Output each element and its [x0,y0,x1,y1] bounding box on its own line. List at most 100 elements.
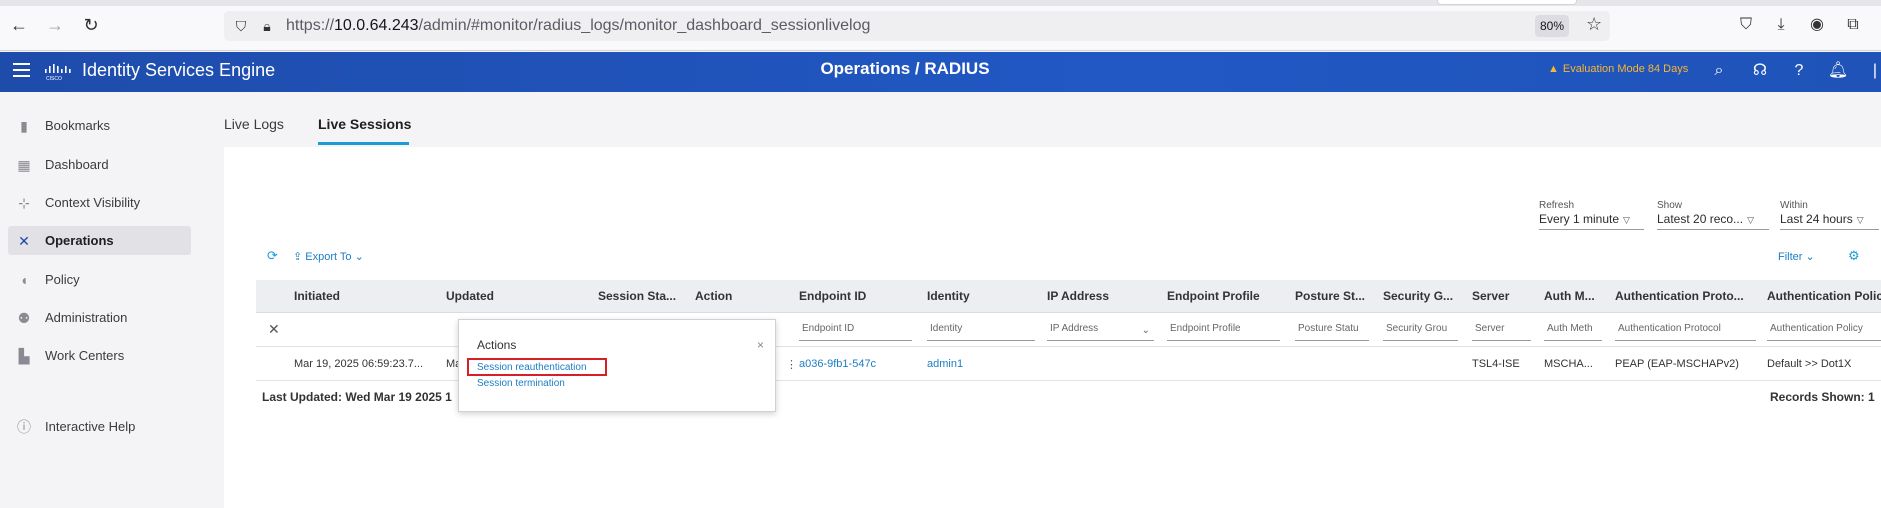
sidebar-item-interactive-help[interactable]: ⓘ Interactive Help [8,412,191,441]
zoom-level[interactable]: 80% [1535,15,1569,37]
chevron-down-icon: ▽ [1623,215,1630,225]
sidebar-item-bookmarks[interactable]: ▮ Bookmarks [8,111,191,140]
column-header-posture-status[interactable]: Posture St... [1295,289,1365,303]
cell-endpoint-id[interactable]: a036-9fb1-547c [799,358,876,370]
cell-auth-method: MSCHA... [1544,358,1593,370]
admin-user-icon: ⚉ [17,310,31,326]
chevron-down-icon: ▽ [1747,215,1754,225]
sidebar-item-work-centers[interactable]: ▙ Work Centers [8,341,191,370]
within-select[interactable]: Last 24 hours ▽ [1780,212,1879,230]
ip-address-filter[interactable]: IP Address ⌄ [1047,323,1154,341]
column-header-ip-address[interactable]: IP Address [1047,289,1109,303]
posture-status-filter[interactable]: Posture Statu [1295,323,1369,341]
auth-method-filter[interactable]: Auth Meth [1544,323,1602,341]
show-select[interactable]: Latest 20 reco... ▽ [1657,212,1769,230]
endpoint-id-filter[interactable]: Endpoint ID [799,323,912,341]
context-visibility-icon: ⊹ [18,195,30,211]
evaluation-badge[interactable]: ▲ Evaluation Mode 84 Days [1548,63,1688,75]
bookmark-icon: ▮ [20,118,28,134]
extensions-icon[interactable]: ⧉ [1842,14,1864,36]
wrench-icon: ✕ [18,233,30,249]
column-header-endpoint-id[interactable]: Endpoint ID [799,289,866,303]
cell-initiated: Mar 19, 2025 06:59:23.7... [294,358,424,370]
column-header-security-group[interactable]: Security G... [1383,289,1453,303]
chevron-down-icon: ⌄ [1805,251,1815,263]
cell-identity[interactable]: admin1 [927,358,963,370]
app-header: CISCO Identity Services Engine Operation… [0,52,1881,92]
browser-tabstrip [0,0,1881,6]
clear-filter-icon[interactable]: ✕ [268,321,280,338]
tab-live-sessions[interactable]: Live Sessions [318,116,411,132]
column-header-updated[interactable]: Updated [446,289,494,303]
column-header-endpoint-profile[interactable]: Endpoint Profile [1167,289,1260,303]
tabs-bar: Live Logs Live Sessions [224,92,1881,147]
tab-live-logs[interactable]: Live Logs [224,116,284,132]
search-icon[interactable]: ⌕ [1708,60,1730,82]
user-menu-icon[interactable]: | [1864,60,1881,82]
forward-icon[interactable]: → [44,14,66,36]
download-icon[interactable]: ⤓ [1770,14,1792,36]
column-header-identity[interactable]: Identity [927,289,970,303]
last-updated-text: Last Updated: Wed Mar 19 2025 1 [262,390,452,404]
session-reauthentication-link[interactable]: Session reauthentication [477,362,587,373]
back-icon[interactable]: ← [8,14,30,36]
notifications-bell-icon[interactable]: 🔔︎ [1827,60,1849,82]
identity-filter[interactable]: Identity [927,323,1035,341]
cell-auth-policy: Default >> Dot1X [1767,358,1852,370]
session-termination-link[interactable]: Session termination [477,378,565,389]
close-icon[interactable]: × [757,338,764,352]
sidebar-item-administration[interactable]: ⚉ Administration [8,303,191,332]
filter-menu[interactable]: Filter ⌄ [1778,250,1815,263]
shield-icon: ◖ [19,272,29,288]
sidebar-item-dashboard[interactable]: ▦ Dashboard [8,150,191,179]
refresh-label: Refresh [1539,200,1575,211]
browser-tab[interactable] [1437,0,1577,5]
settings-gear-icon[interactable]: ⚙ [1848,248,1860,264]
auth-policy-filter[interactable]: Authentication Policy [1767,323,1881,341]
column-header-initiated[interactable]: Initiated [294,289,340,303]
active-tab-indicator [318,142,409,145]
sidebar: ▮ Bookmarks ▦ Dashboard ⊹ Context Visibi… [0,92,224,508]
shield-icon[interactable]: ⛉ [232,17,250,35]
endpoint-profile-filter[interactable]: Endpoint Profile [1167,323,1280,341]
auth-protocol-filter[interactable]: Authentication Protocol [1615,323,1756,341]
chevron-down-icon: ⌄ [1141,325,1150,336]
telemetry-icon[interactable]: ☊ [1749,60,1771,82]
actions-popover: Actions × Session reauthentication Sessi… [458,319,776,412]
records-shown-text: Records Shown: 1 [1770,390,1875,404]
column-header-auth-protocol[interactable]: Authentication Proto... [1615,289,1744,303]
column-header-auth-method[interactable]: Auth M... [1544,289,1595,303]
column-header-action[interactable]: Action [695,289,732,303]
refresh-select[interactable]: Every 1 minute ▽ [1539,212,1644,230]
column-header-server[interactable]: Server [1472,289,1509,303]
work-centers-icon: ▙ [18,348,30,364]
bookmark-star-icon[interactable]: ☆ [1586,14,1602,35]
url-bar[interactable]: ⛉ 🔒︎ https://10.0.64.243/admin/#monitor/… [224,11,1610,41]
main-content: Live Logs Live Sessions Refresh Every 1 … [224,92,1881,508]
sidebar-item-policy[interactable]: ◖ Policy [8,265,191,294]
chevron-down-icon: ⌄ [354,251,364,263]
within-label: Within [1780,200,1808,211]
export-icon: ⇪ [293,251,306,263]
show-label: Show [1657,200,1683,211]
export-to-menu[interactable]: ⇪ Export To ⌄ [293,250,364,263]
pocket-icon[interactable]: ⛉ [1735,14,1757,36]
warning-icon: ▲ [1548,63,1559,75]
help-icon[interactable]: ? [1788,60,1810,82]
reload-icon[interactable]: ↻ [80,14,102,36]
lock-icon[interactable]: 🔒︎ [258,17,276,35]
dashboard-icon: ▦ [17,157,31,173]
security-group-filter[interactable]: Security Grou [1383,323,1458,341]
column-header-session-status[interactable]: Session Sta... [598,289,676,303]
row-actions-kebab-icon[interactable]: ⋮ [786,358,797,371]
refresh-icon[interactable]: ⟳ [267,248,278,264]
url-text[interactable]: https://10.0.64.243/admin/#monitor/radiu… [286,17,870,35]
cell-auth-protocol: PEAP (EAP-MSCHAPv2) [1615,358,1739,370]
sidebar-item-operations[interactable]: ✕ Operations [8,226,191,255]
page-title: Operations / RADIUS [820,59,990,78]
column-header-auth-policy[interactable]: Authentication Polic [1767,289,1881,303]
sidebar-item-context-visibility[interactable]: ⊹ Context Visibility [8,188,191,217]
account-icon[interactable]: ◉ [1806,14,1828,36]
browser-toolbar: ← → ↻ ⛉ 🔒︎ https://10.0.64.243/admin/#mo… [0,0,1881,51]
server-filter[interactable]: Server [1472,323,1531,341]
